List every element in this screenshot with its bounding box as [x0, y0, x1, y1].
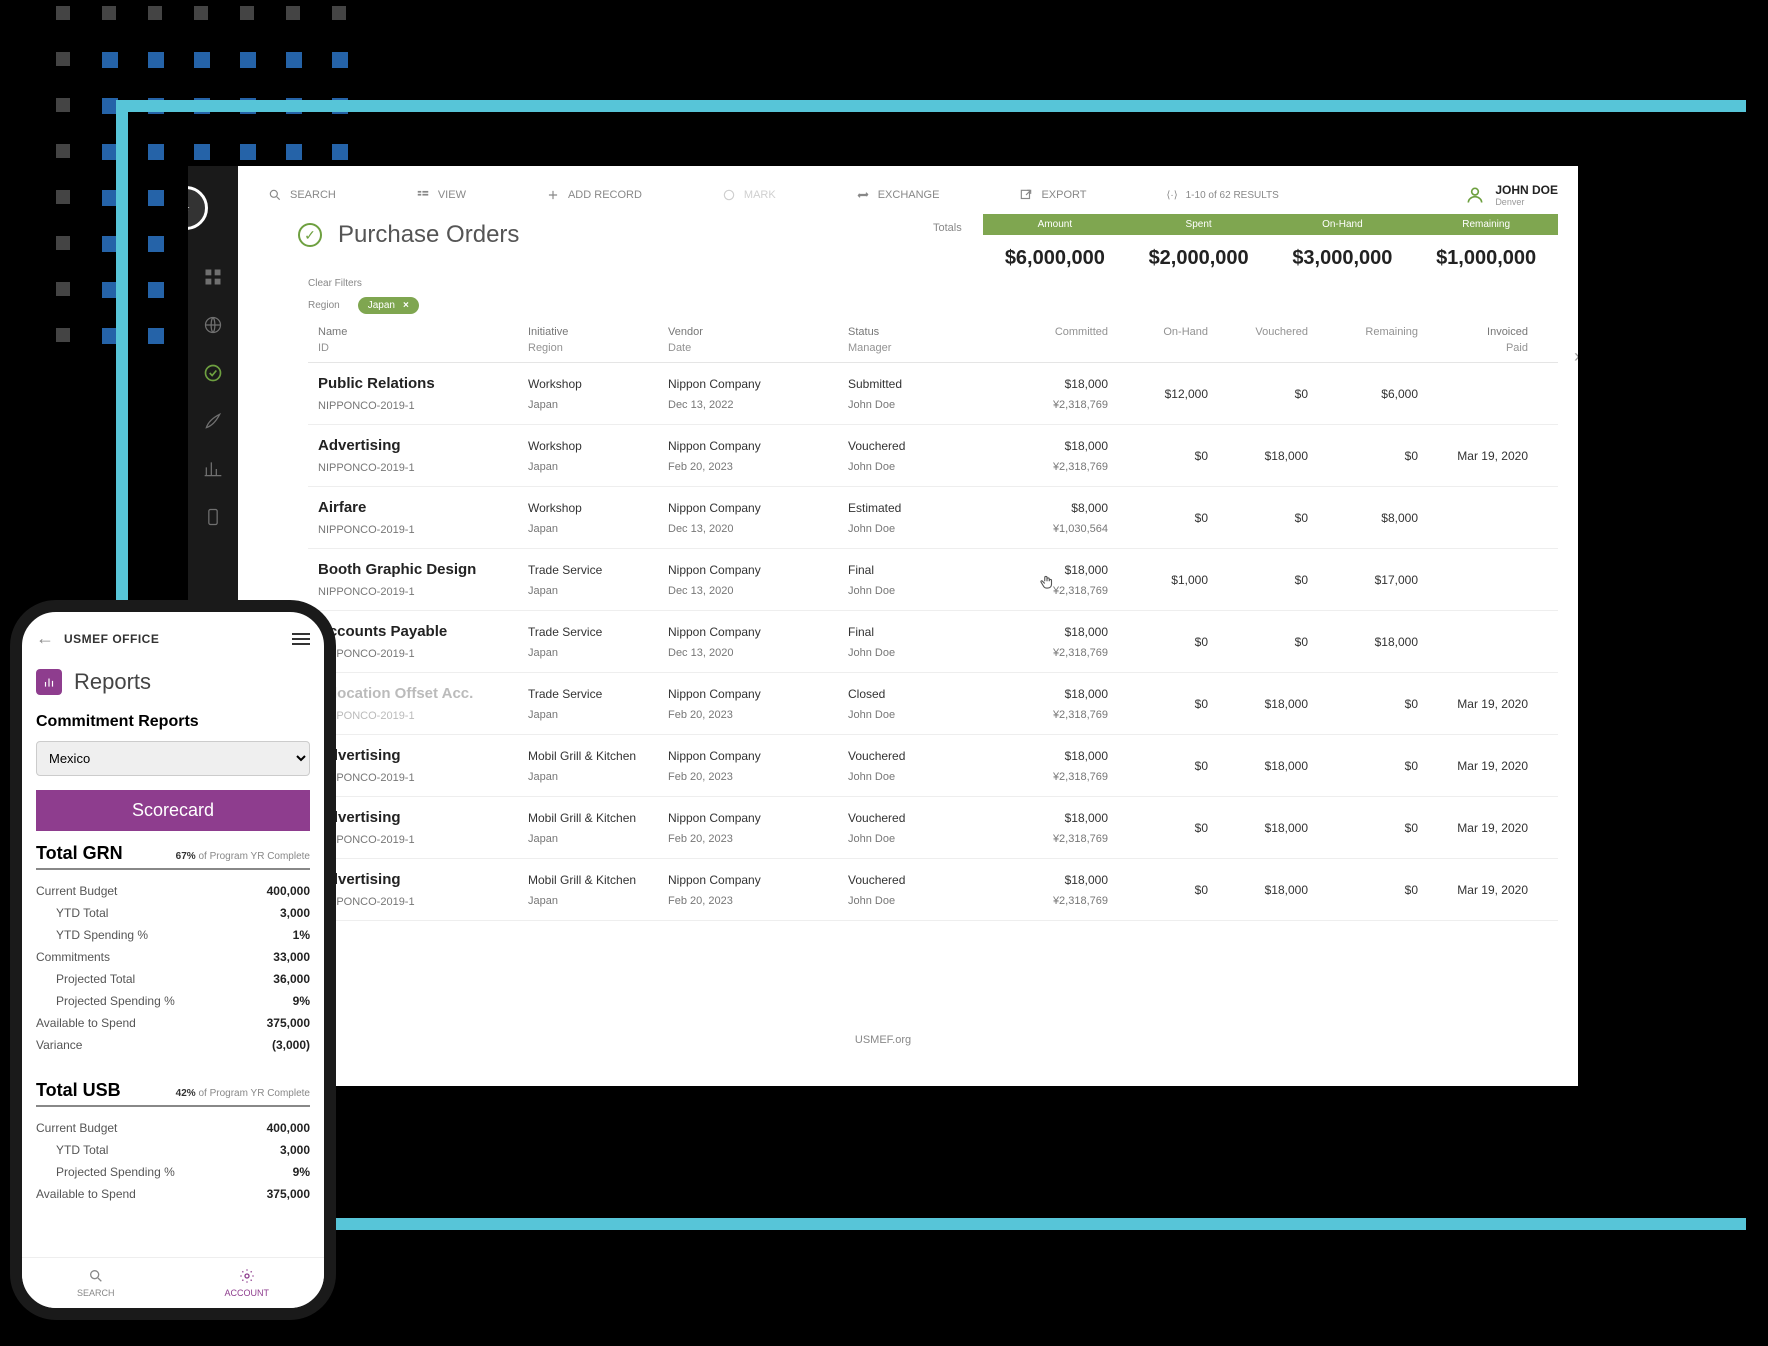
toolbar-view-label: VIEW [438, 189, 466, 201]
reports-heading: Reports [36, 669, 310, 695]
table-row[interactable]: Allocation Offset Acc.NIPPONCO-2019-1 Tr… [308, 673, 1558, 735]
toolbar-add[interactable]: ADD RECORD [546, 188, 642, 202]
results-nav[interactable]: ⟨·⟩1-10 of 62 RESULTS [1166, 190, 1278, 201]
totals-onhand: $3,000,000 [1271, 235, 1415, 282]
scorecard-header: Scorecard [36, 790, 310, 831]
sidebar-globe-icon[interactable] [202, 314, 224, 336]
back-icon[interactable]: ← [36, 628, 54, 649]
totals-amount: $6,000,000 [983, 235, 1127, 282]
results-text: 1-10 of 62 RESULTS [1186, 190, 1279, 201]
table-row[interactable]: AdvertisingNIPPONCO-2019-1 WorkshopJapan… [308, 425, 1558, 487]
table-row[interactable]: AirfareNIPPONCO-2019-1 WorkshopJapan Nip… [308, 487, 1558, 549]
data-table: › NameID InitiativeRegion VendorDate Sta… [308, 326, 1558, 921]
close-icon[interactable]: × [403, 300, 409, 311]
toolbar-exchange-label: EXCHANGE [878, 189, 940, 201]
bottom-search[interactable]: SEARCH [77, 1268, 115, 1298]
toolbar-search-label: SEARCH [290, 189, 336, 201]
user-icon [1465, 185, 1485, 205]
toolbar-exchange[interactable]: EXCHANGE [856, 188, 940, 202]
totals-block: Totals Amount Spent On-Hand Remaining $6… [983, 214, 1558, 282]
user-location: Denver [1495, 197, 1558, 207]
table-row[interactable]: AdvertisingNIPPONCO-2019-1 Mobil Grill &… [308, 735, 1558, 797]
filter-region-label: Region [308, 300, 340, 311]
table-row[interactable]: AdvertisingNIPPONCO-2019-1 Mobil Grill &… [308, 797, 1558, 859]
toolbar-mark[interactable]: MARK [722, 188, 776, 202]
bottom-bar: SEARCH ACCOUNT [22, 1257, 324, 1308]
totals-head-spent: Spent [1127, 214, 1271, 235]
totals-head-amount: Amount [983, 214, 1127, 235]
totals-spent: $2,000,000 [1127, 235, 1271, 282]
check-icon: ✓ [298, 223, 322, 247]
desktop-window: ★ SEARCH VIEW ADD RECORD MARK EXCHANGE E… [188, 166, 1578, 1086]
table-row[interactable]: Booth Graphic DesignNIPPONCO-2019-1 Trad… [308, 549, 1558, 611]
user-name: JOHN DOE [1495, 183, 1558, 197]
mobile-device: ← USMEF OFFICE Reports Commitment Report… [10, 600, 336, 1320]
chart-icon [36, 669, 62, 695]
table-header: NameID InitiativeRegion VendorDate Statu… [308, 326, 1558, 363]
cursor-icon [1038, 572, 1056, 592]
region-select[interactable]: Mexico [36, 741, 310, 776]
filter-tag-japan[interactable]: Japan× [358, 297, 419, 314]
totals-head-remaining: Remaining [1414, 214, 1558, 235]
menu-icon[interactable] [292, 633, 310, 645]
table-row[interactable]: Accounts PayableNIPPONCO-2019-1 Trade Se… [308, 611, 1558, 673]
toolbar: SEARCH VIEW ADD RECORD MARK EXCHANGE EXP… [268, 180, 1558, 210]
totals-label: Totals [933, 222, 962, 234]
footer: USMEF.org [188, 1034, 1578, 1046]
scorecard-card: Total GRN67% of Program YR CompleteCurre… [36, 831, 310, 1068]
sidebar-grid-icon[interactable] [202, 266, 224, 288]
totals-head-onhand: On-Hand [1271, 214, 1415, 235]
mobile-title: USMEF OFFICE [64, 632, 159, 646]
scorecard-card: Total USB42% of Program YR CompleteCurre… [36, 1068, 310, 1217]
clear-filters[interactable]: Clear Filters [308, 278, 419, 289]
toolbar-export-label: EXPORT [1041, 189, 1086, 201]
sidebar-brush-icon[interactable] [202, 410, 224, 432]
sidebar-check-icon[interactable] [202, 362, 224, 384]
filters: Clear Filters Region Japan× [308, 278, 419, 314]
totals-remaining: $1,000,000 [1414, 235, 1558, 282]
sidebar-chart-icon[interactable] [202, 458, 224, 480]
bottom-account[interactable]: ACCOUNT [224, 1268, 269, 1298]
toolbar-export[interactable]: EXPORT [1019, 188, 1086, 202]
section-title: Commitment Reports [36, 713, 310, 731]
table-row[interactable]: Public RelationsNIPPONCO-2019-1 Workshop… [308, 363, 1558, 425]
toolbar-view[interactable]: VIEW [416, 188, 466, 202]
toolbar-search[interactable]: SEARCH [268, 188, 336, 202]
table-row[interactable]: AdvertisingNIPPONCO-2019-1 Mobil Grill &… [308, 859, 1558, 921]
sidebar-device-icon[interactable] [202, 506, 224, 528]
chevron-right-icon[interactable]: › [1574, 346, 1578, 367]
toolbar-add-label: ADD RECORD [568, 189, 642, 201]
page-title: ✓ Purchase Orders [298, 221, 519, 249]
toolbar-user[interactable]: JOHN DOEDenver [1465, 183, 1558, 207]
toolbar-mark-label: MARK [744, 189, 776, 201]
